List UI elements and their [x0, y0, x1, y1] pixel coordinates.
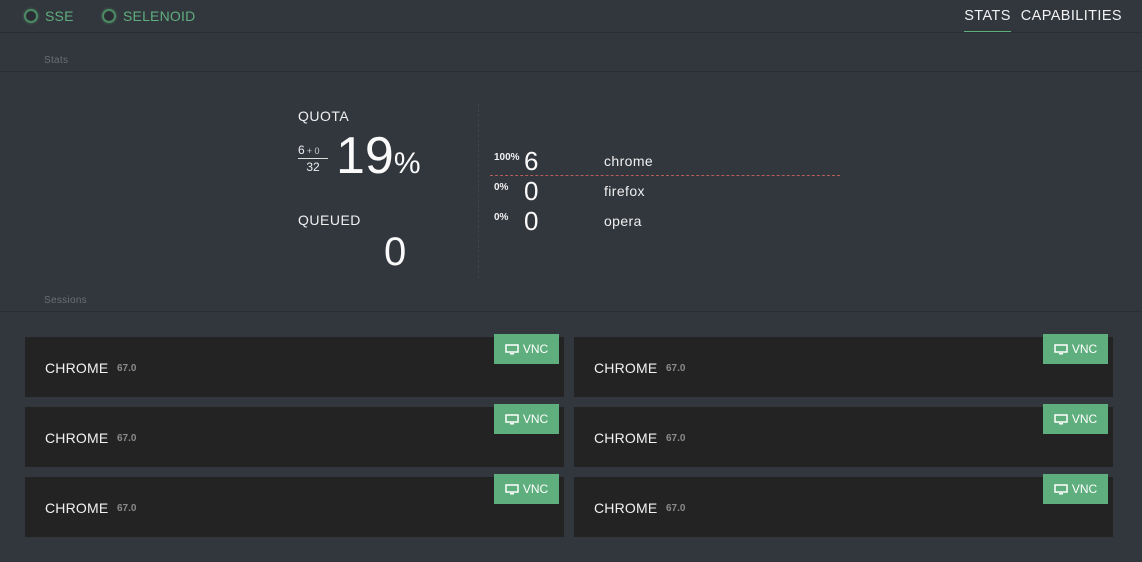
vnc-button[interactable]: VNC	[1043, 474, 1108, 504]
monitor-icon	[505, 483, 519, 494]
session-version: 67.0	[666, 363, 686, 374]
vnc-button[interactable]: VNC	[494, 334, 559, 364]
session-browser: CHROME	[594, 360, 658, 376]
session-version: 67.0	[666, 503, 686, 514]
session-card[interactable]: CHROME 67.0	[574, 477, 1113, 537]
quota-pending: + 0	[306, 146, 320, 156]
monitor-icon	[1054, 483, 1068, 494]
stats-section-divider	[0, 71, 1142, 72]
browser-name: opera	[604, 213, 642, 229]
browser-count: 0	[524, 206, 539, 236]
browser-row-firefox: 0% 0 firefox	[490, 176, 840, 206]
stats-divider	[478, 104, 479, 278]
session-version: 67.0	[117, 363, 137, 374]
quota-percent: 19%	[336, 130, 421, 182]
browser-percent: 0%	[494, 182, 509, 193]
vnc-button[interactable]: VNC	[1043, 404, 1108, 434]
sse-status-indicator-icon	[24, 9, 38, 23]
top-bar: SSE SELENOID STATS CAPABILITIES	[0, 0, 1142, 33]
vnc-button[interactable]: VNC	[1043, 334, 1108, 364]
browser-percent: 100%	[494, 152, 520, 163]
queued-label: QUEUED	[298, 212, 361, 228]
main-nav: STATS CAPABILITIES	[964, 8, 1122, 32]
quota-percent-value: 19	[336, 127, 394, 185]
session-card[interactable]: CHROME 67.0	[574, 407, 1113, 467]
browser-row-chrome: 100% 6 chrome	[490, 146, 840, 176]
selenoid-status-indicator-icon	[102, 9, 116, 23]
session-version: 67.0	[666, 433, 686, 444]
monitor-icon	[505, 413, 519, 424]
session-card[interactable]: CHROME 67.0	[25, 337, 564, 397]
quota-fraction: 6 + 0 32	[298, 143, 328, 174]
nav-stats[interactable]: STATS	[964, 8, 1011, 32]
browser-name: firefox	[604, 183, 645, 199]
session-browser: CHROME	[45, 430, 109, 446]
session-version: 67.0	[117, 433, 137, 444]
sessions-section-title: Sessions	[44, 295, 87, 306]
monitor-icon	[505, 343, 519, 354]
selenoid-status-label: SELENOID	[123, 8, 196, 24]
sse-status: SSE	[24, 8, 74, 24]
stats-section-title: Stats	[44, 55, 69, 66]
vnc-button[interactable]: VNC	[494, 474, 559, 504]
session-card[interactable]: CHROME 67.0	[574, 337, 1113, 397]
vnc-label: VNC	[1071, 342, 1098, 356]
session-browser: CHROME	[594, 430, 658, 446]
vnc-label: VNC	[1071, 412, 1098, 426]
sse-status-label: SSE	[45, 8, 74, 24]
vnc-label: VNC	[522, 412, 549, 426]
session-card[interactable]: CHROME 67.0	[25, 477, 564, 537]
browser-row-opera: 0% 0 opera	[490, 206, 840, 236]
vnc-label: VNC	[522, 342, 549, 356]
quota-percent-sign: %	[393, 147, 421, 180]
session-browser: CHROME	[594, 500, 658, 516]
browser-count: 0	[524, 176, 539, 206]
queued-value: 0	[384, 230, 407, 274]
session-version: 67.0	[117, 503, 137, 514]
quota-used-line: 6 + 0	[298, 143, 328, 159]
monitor-icon	[1054, 343, 1068, 354]
vnc-button[interactable]: VNC	[494, 404, 559, 434]
browser-percent: 0%	[494, 212, 509, 223]
sessions-section-divider	[0, 311, 1142, 312]
status-bar: SSE SELENOID	[0, 0, 204, 33]
selenoid-status: SELENOID	[102, 8, 195, 24]
quota-used: 6	[298, 143, 305, 157]
session-card[interactable]: CHROME 67.0	[25, 407, 564, 467]
session-browser: CHROME	[45, 500, 109, 516]
quota-total: 32	[306, 160, 320, 174]
vnc-label: VNC	[522, 482, 549, 496]
session-browser: CHROME	[45, 360, 109, 376]
quota-label: QUOTA	[298, 108, 350, 124]
nav-capabilities[interactable]: CAPABILITIES	[1021, 8, 1122, 32]
vnc-label: VNC	[1071, 482, 1098, 496]
browser-count: 6	[524, 146, 539, 176]
monitor-icon	[1054, 413, 1068, 424]
browser-name: chrome	[604, 153, 654, 169]
